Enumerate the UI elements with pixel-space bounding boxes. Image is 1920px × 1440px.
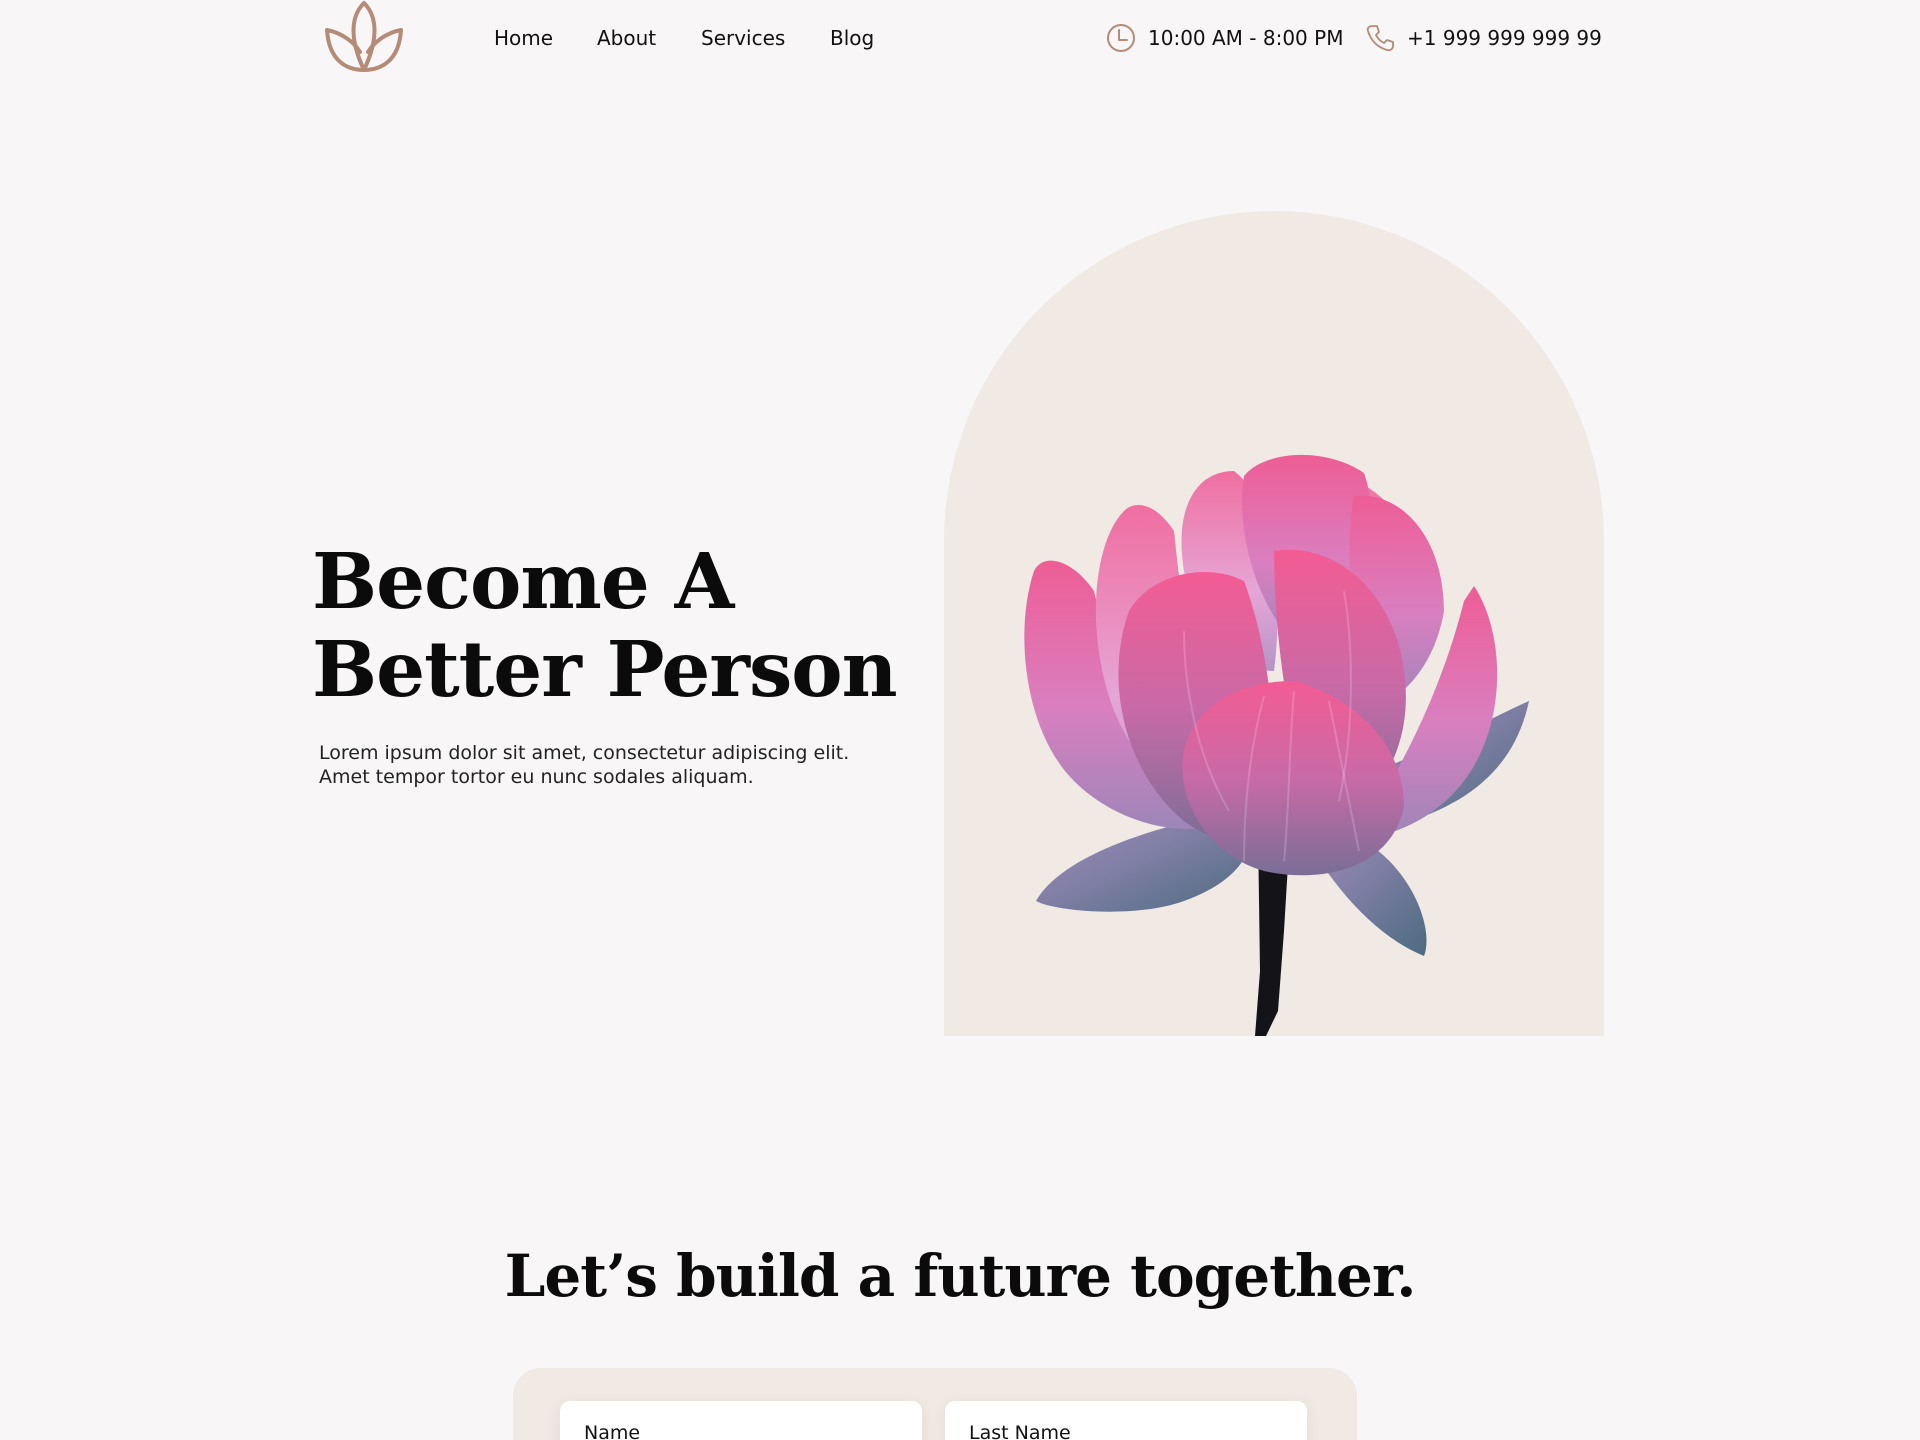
nav-about-link[interactable]: About — [597, 25, 656, 51]
phone-icon — [1366, 25, 1394, 52]
hero-subtitle-line-1: Lorem ipsum dolor sit amet, consectetur … — [319, 742, 850, 764]
phone-number-text[interactable]: +1 999 999 999 99 — [1407, 25, 1602, 51]
hero-title-line-2: Better Person — [312, 625, 898, 715]
lotus-logo-icon[interactable] — [324, 0, 404, 74]
contact-section-title: Let’s build a future together. — [504, 1242, 1417, 1310]
phone-number[interactable]: +1 999 999 999 99 — [1365, 22, 1602, 54]
hero-subtitle: Lorem ipsum dolor sit amet, consectetur … — [319, 741, 879, 789]
hero-title: Become A Better Person — [312, 538, 912, 714]
hero-image-arch — [944, 211, 1604, 1036]
nav-home-link[interactable]: Home — [494, 25, 553, 51]
opening-hours-text: 10:00 AM - 8:00 PM — [1148, 26, 1344, 50]
hero-title-line-1: Become A — [312, 537, 734, 627]
contact-form: Name Last Name — [513, 1368, 1357, 1440]
nav-blog-link[interactable]: Blog — [830, 25, 874, 51]
hero-subtitle-line-2: Amet tempor tortor eu nunc sodales aliqu… — [319, 766, 754, 788]
name-field[interactable]: Name — [560, 1401, 922, 1440]
opening-hours: 10:00 AM - 8:00 PM — [1106, 22, 1343, 54]
last-name-field[interactable]: Last Name — [945, 1401, 1307, 1440]
name-field-label: Name — [584, 1422, 641, 1440]
nav-services-link[interactable]: Services — [701, 25, 785, 51]
clock-icon — [1107, 24, 1135, 52]
last-name-field-label: Last Name — [969, 1422, 1071, 1440]
lotus-flower-image — [1024, 454, 1529, 1036]
